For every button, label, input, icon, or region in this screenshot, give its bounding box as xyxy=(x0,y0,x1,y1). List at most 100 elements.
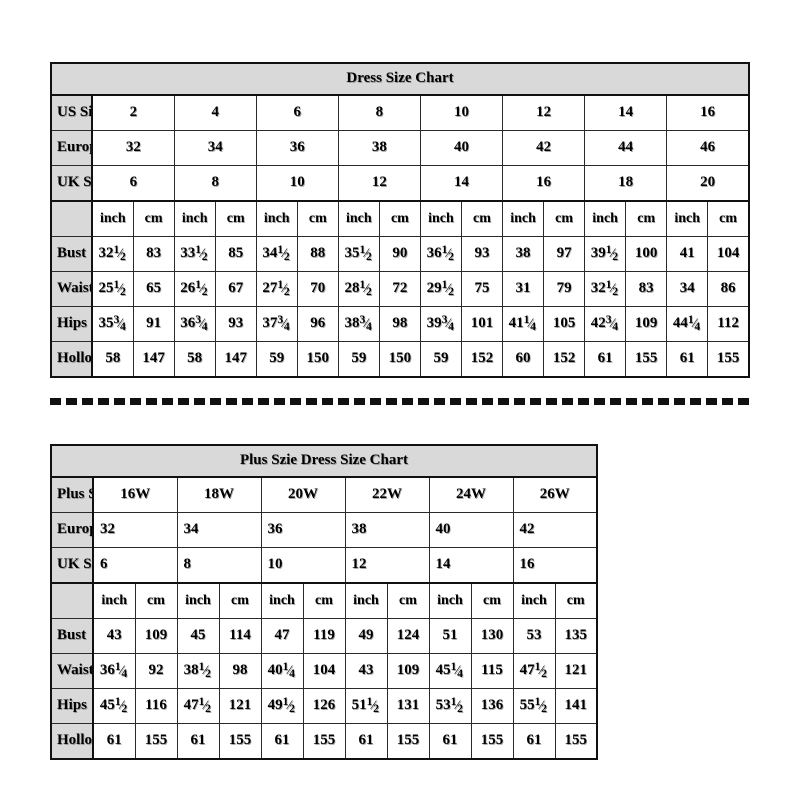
size-row: UK Size6810121416 xyxy=(50,547,598,584)
measurement-cm: 79 xyxy=(543,271,586,307)
size-value: 16 xyxy=(502,165,586,202)
fraction: 1⁄2 xyxy=(441,242,454,263)
size-value: 10 xyxy=(260,547,346,584)
measurement-inch: 331⁄2 xyxy=(173,236,216,272)
unit-header-cm: cm xyxy=(543,200,586,237)
unit-header-inch: inch xyxy=(344,582,388,619)
measurement-label: Hollow to Floor xyxy=(50,723,94,760)
measurement-label: Bust xyxy=(50,236,94,272)
measurement-inch: 383⁄4 xyxy=(337,306,380,342)
fraction: 1⁄2 xyxy=(282,694,295,715)
measurement-inch: 291⁄2 xyxy=(419,271,462,307)
measurement-inch: 531⁄2 xyxy=(428,688,472,724)
size-value: 20 xyxy=(666,165,750,202)
measurement-cm: 147 xyxy=(214,341,257,378)
size-value: 6 xyxy=(92,547,178,584)
measurement-inch: 61 xyxy=(512,723,556,760)
unit-header-inch: inch xyxy=(502,200,545,237)
size-value: 16W xyxy=(92,476,178,513)
unit-header-cm: cm xyxy=(460,200,504,237)
size-value: 18 xyxy=(584,165,668,202)
units-row: inch cm inch cm inch cm inch cm inch cm inch cm xyxy=(50,582,598,619)
measurement-cm: 119 xyxy=(302,618,346,654)
fraction: 1⁄2 xyxy=(534,694,547,715)
size-value: 12 xyxy=(344,547,430,584)
measurement-label: Bust xyxy=(50,618,94,654)
measurement-inch: 321⁄2 xyxy=(91,236,134,272)
measurement-inch: 393⁄4 xyxy=(419,306,462,342)
unit-header-cm: cm xyxy=(214,200,257,237)
measurement-cm: 121 xyxy=(554,653,598,689)
measurement-inch: 31 xyxy=(502,271,545,307)
chart-title-row: Plus Szie Dress Size Chart xyxy=(50,444,598,478)
unit-header-cm: cm xyxy=(296,200,339,237)
size-value: 40 xyxy=(428,512,514,548)
measurement-inch: 401⁄4 xyxy=(260,653,304,689)
fraction: 3⁄4 xyxy=(441,312,454,333)
measurement-inch: 61 xyxy=(428,723,472,760)
size-value: 16 xyxy=(666,94,750,131)
unit-header-cm: cm xyxy=(386,582,430,619)
chart-title-row: Dress Size Chart xyxy=(50,62,750,96)
measurement-inch: 491⁄2 xyxy=(260,688,304,724)
size-value: 36 xyxy=(255,130,339,166)
units-row-spacer xyxy=(50,200,94,237)
measurement-inch: 451⁄2 xyxy=(92,688,136,724)
measurement-cm: 104 xyxy=(707,236,750,272)
size-value: 20W xyxy=(260,476,346,513)
measurement-inch: 281⁄2 xyxy=(337,271,380,307)
unit-header-inch: inch xyxy=(428,582,472,619)
unit-header-inch: inch xyxy=(92,582,136,619)
size-chart-page: Dress Size ChartUS Size246810121416Europ… xyxy=(0,0,800,800)
measurement-cm: 92 xyxy=(134,653,178,689)
measurement-cm: 155 xyxy=(218,723,262,760)
measurement-cm: 150 xyxy=(296,341,339,378)
size-value: 38 xyxy=(337,130,421,166)
measurement-row: Hollow to Floor6115561155611556115561155… xyxy=(50,723,598,760)
unit-header-inch: inch xyxy=(419,200,462,237)
measurement-inch: 61 xyxy=(260,723,304,760)
measurement-inch: 38 xyxy=(502,236,545,272)
size-value: 42 xyxy=(512,512,598,548)
measurement-cm: 83 xyxy=(625,271,668,307)
measurement-inch: 471⁄2 xyxy=(512,653,556,689)
measurement-cm: 98 xyxy=(378,306,421,342)
dress-size-chart-container: Dress Size ChartUS Size246810121416Europ… xyxy=(50,62,750,378)
measurement-cm: 97 xyxy=(543,236,586,272)
fraction: 1⁄4 xyxy=(687,312,701,333)
size-row-label: UK Size xyxy=(50,547,94,584)
measurement-inch: 261⁄2 xyxy=(173,271,216,307)
unit-header-inch: inch xyxy=(173,200,216,237)
size-value: 8 xyxy=(173,165,257,202)
unit-header-inch: inch xyxy=(512,582,556,619)
fraction: 1⁄2 xyxy=(450,694,463,715)
measurement-cm: 155 xyxy=(302,723,346,760)
unit-header-cm: cm xyxy=(625,200,668,237)
measurement-cm: 152 xyxy=(543,341,586,378)
measurement-inch: 361⁄2 xyxy=(419,236,462,272)
measurement-inch: 451⁄4 xyxy=(428,653,472,689)
measurement-label: Waist xyxy=(50,271,94,307)
measurement-row: Bust 321⁄2 83 331⁄2 85 341⁄2 88 351⁄2 90 361⁄2 93 3… xyxy=(50,236,750,272)
size-value: 6 xyxy=(255,94,339,131)
size-value: 6 xyxy=(91,165,175,202)
unit-header-cm: cm xyxy=(707,200,750,237)
measurement-cm: 83 xyxy=(132,236,175,272)
size-row: UK Size68101214161820 xyxy=(50,165,750,202)
fraction: 1⁄2 xyxy=(534,659,547,680)
measurement-cm: 100 xyxy=(625,236,668,272)
size-value: 4 xyxy=(173,94,257,131)
measurement-cm: 150 xyxy=(378,341,421,378)
fraction: 1⁄2 xyxy=(277,277,290,298)
size-value: 26W xyxy=(512,476,598,513)
fraction: 1⁄4 xyxy=(523,312,537,333)
unit-header-inch: inch xyxy=(260,582,304,619)
size-value: 2 xyxy=(91,94,175,131)
measurement-cm: 126 xyxy=(302,688,346,724)
measurement-cm: 147 xyxy=(132,341,175,378)
measurement-cm: 101 xyxy=(460,306,504,342)
fraction: 1⁄4 xyxy=(114,659,128,680)
size-value: 8 xyxy=(337,94,421,131)
size-row-label: Europe Size xyxy=(50,512,94,548)
fraction: 1⁄2 xyxy=(195,242,208,263)
